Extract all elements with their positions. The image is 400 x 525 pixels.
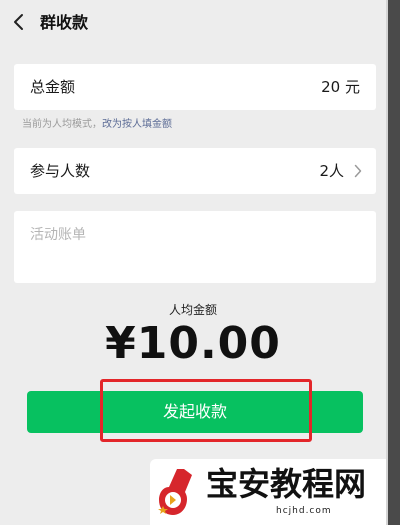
participants-row[interactable]: 参与人数 2人 <box>14 148 376 194</box>
total-amount-value[interactable]: 20 元 <box>321 77 360 97</box>
mode-hint-text: 当前为人均模式， <box>22 119 102 130</box>
page-title: 群收款 <box>40 13 89 32</box>
side-strip <box>388 0 400 525</box>
total-amount-field[interactable]: 总金额 20 元 <box>14 64 376 110</box>
header-bar: 群收款 <box>0 0 386 44</box>
chevron-left-icon[interactable] <box>10 12 28 32</box>
participants-label: 参与人数 <box>30 162 91 180</box>
watermark: 宝安教程网 hcjhd.com <box>150 459 386 525</box>
highlight-annotation <box>100 379 312 442</box>
site-logo-icon <box>158 469 192 515</box>
average-amount-value: ¥10.00 <box>105 318 281 369</box>
watermark-domain: hcjhd.com <box>276 506 332 516</box>
total-amount-label: 总金额 <box>30 78 76 96</box>
activity-note-placeholder: 活动账单 <box>30 227 86 243</box>
participants-value: 2人 <box>319 162 344 180</box>
activity-note-field[interactable]: 活动账单 <box>14 211 376 283</box>
switch-mode-link[interactable]: 改为按人填金额 <box>102 119 172 130</box>
chevron-right-icon <box>354 164 362 178</box>
average-amount-label: 人均金额 <box>168 303 217 317</box>
mode-hint: 当前为人均模式，改为按人填金额 <box>22 118 172 132</box>
watermark-text: 宝安教程网 <box>206 465 367 503</box>
